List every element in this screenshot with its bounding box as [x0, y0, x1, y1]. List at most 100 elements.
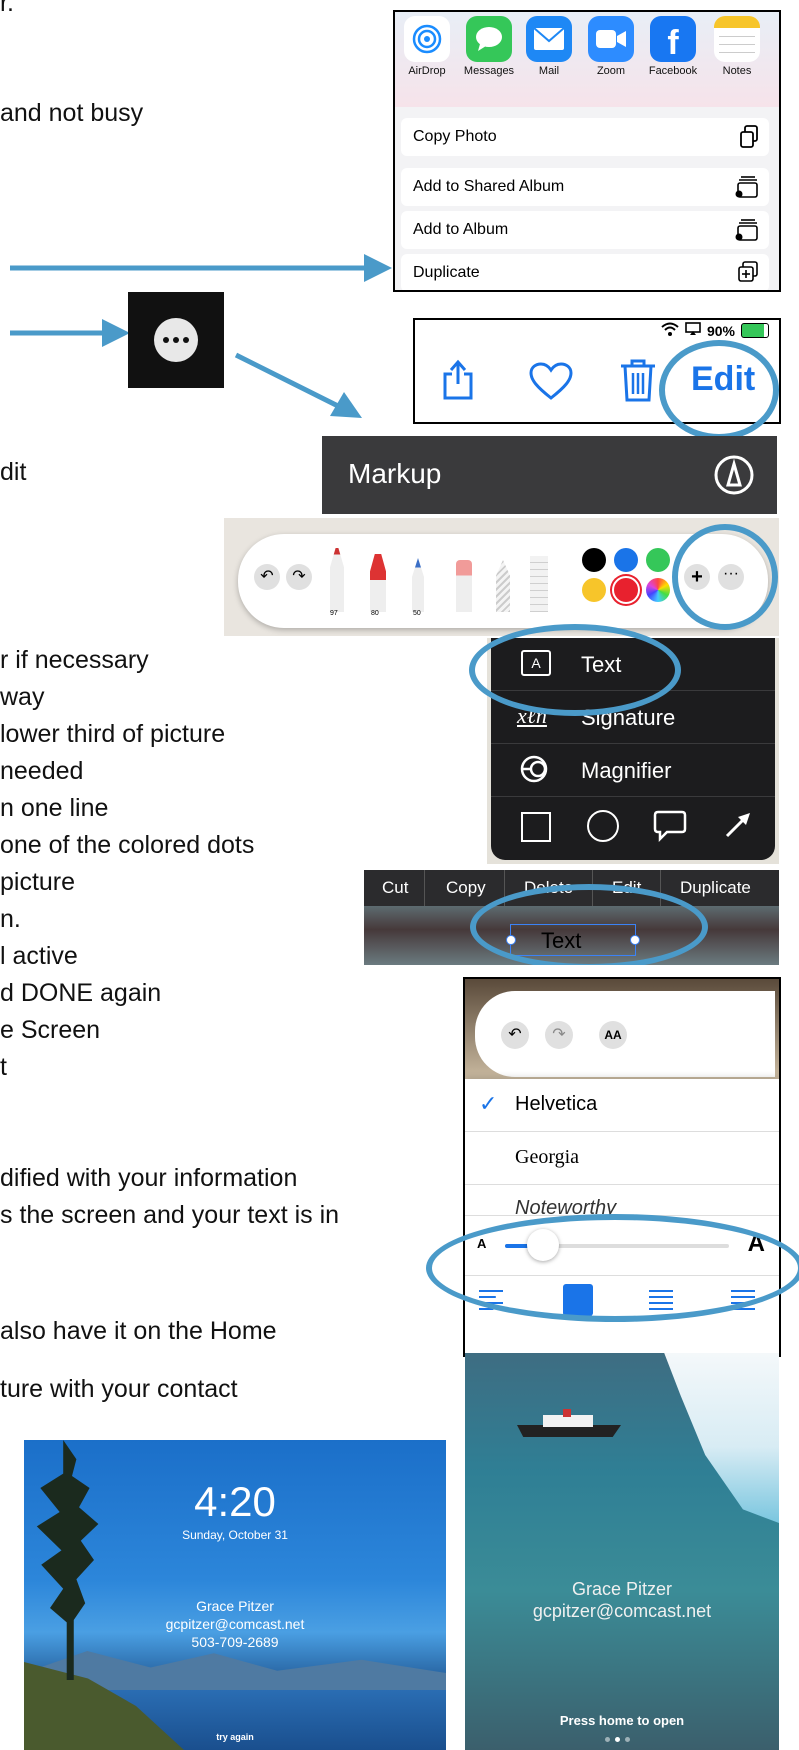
instruction-line: s the screen and your text is in — [0, 1201, 340, 1229]
heart-icon — [529, 362, 573, 400]
duplicate-item[interactable]: Duplicate — [680, 878, 751, 898]
instruction-line: r if necessary — [0, 646, 149, 674]
share-icon — [443, 359, 473, 400]
ellipsis-icon — [154, 318, 198, 362]
lock-footer: try again — [216, 1732, 254, 1742]
undo-button[interactable]: ↶ — [254, 564, 280, 590]
instruction-line: r. — [0, 0, 14, 17]
messages-icon — [466, 16, 512, 62]
instruction-line: needed — [0, 757, 84, 785]
speech-bubble-icon[interactable] — [653, 808, 687, 847]
ruler-tool[interactable] — [530, 556, 548, 612]
share-button[interactable] — [441, 356, 475, 405]
checkmark-icon: ✓ — [479, 1091, 498, 1116]
highlight-circle — [426, 1214, 799, 1322]
color-blue[interactable] — [614, 548, 638, 572]
color-yellow[interactable] — [582, 578, 606, 602]
share-app-facebook[interactable]: f Facebook — [643, 16, 703, 77]
color-green[interactable] — [646, 548, 670, 572]
redo-button[interactable]: ↷ — [286, 564, 312, 590]
instruction-line: n. — [0, 905, 21, 933]
instruction-line: l active — [0, 942, 78, 970]
share-app-notes[interactable]: Notes — [707, 16, 767, 77]
more-button[interactable] — [128, 292, 224, 388]
duplicate-action[interactable]: Duplicate — [401, 254, 769, 290]
eraser-tool[interactable] — [456, 560, 472, 612]
favorite-button[interactable] — [529, 362, 573, 405]
trash-icon — [621, 359, 655, 402]
font-option-helvetica[interactable]: ✓ Helvetica — [465, 1079, 779, 1132]
status-bar: 90% — [661, 322, 769, 339]
color-red-selected[interactable] — [612, 576, 640, 604]
instruction-line: also have it on the Home — [0, 1317, 277, 1345]
color-black[interactable] — [582, 548, 606, 572]
pencil-tool-label: 50 — [413, 610, 421, 617]
battery-label: 90% — [706, 322, 735, 339]
delete-button[interactable] — [619, 358, 657, 407]
screen-mirror-icon — [685, 322, 701, 339]
wifi-icon — [661, 322, 679, 339]
lock-email: gcpitzer@comcast.net — [532, 1601, 712, 1621]
lock-name: Grace Pitzer — [571, 1579, 673, 1599]
instruction-line: one of the colored dots — [0, 831, 255, 859]
lock-name: Grace Pitzer — [196, 1598, 274, 1614]
facebook-icon: f — [650, 16, 696, 62]
instruction-line: t — [0, 1053, 7, 1081]
share-app-zoom[interactable]: Zoom — [581, 16, 641, 77]
share-sheet: AirDrop Messages Mail Zoom f Facebook No… — [393, 10, 781, 292]
square-icon[interactable] — [521, 812, 551, 842]
font-option-georgia[interactable]: Georgia — [465, 1132, 779, 1185]
lock-screen-preview: 4:20 Sunday, October 31 Grace Pitzer gcp… — [24, 1440, 446, 1750]
airdrop-icon — [404, 16, 450, 62]
share-app-airdrop[interactable]: AirDrop — [397, 16, 457, 77]
zoom-icon — [588, 16, 634, 62]
cut-item[interactable]: Cut — [382, 878, 408, 898]
share-app-mail[interactable]: Mail — [519, 16, 579, 77]
instruction-line: way — [0, 683, 45, 711]
share-app-messages[interactable]: Messages — [459, 16, 519, 77]
color-picker[interactable] — [646, 578, 670, 602]
instruction-line: ture with your contact — [0, 1375, 238, 1403]
page-dots — [605, 1737, 630, 1742]
highlight-circle — [659, 340, 779, 440]
add-to-album-action[interactable]: Add to Album — [401, 211, 769, 249]
duplicate-icon — [737, 261, 759, 288]
markup-button[interactable] — [713, 454, 755, 501]
instruction-line: dified with your information — [0, 1164, 298, 1192]
battery-icon — [741, 323, 769, 338]
instruction-line: n one line — [0, 794, 109, 822]
share-app-row: AirDrop Messages Mail Zoom f Facebook No… — [395, 12, 779, 107]
instruction-line: and not busy — [0, 99, 144, 127]
shared-album-icon — [735, 175, 759, 204]
highlight-circle — [470, 884, 708, 965]
add-to-shared-album-action[interactable]: Add to Shared Album — [401, 168, 769, 206]
copy-icon — [739, 125, 759, 154]
undo-button[interactable]: ↶ — [501, 1021, 529, 1049]
home-prompt: Press home to open — [559, 1713, 685, 1728]
font-size-button[interactable]: AA — [599, 1021, 627, 1049]
instruction-line: e Screen — [0, 1016, 101, 1044]
iceberg-lock-screen: Grace Pitzer gcpitzer@comcast.net Press … — [465, 1353, 779, 1750]
lock-time: 4:20 — [194, 1478, 276, 1525]
markup-title: Markup — [348, 458, 442, 489]
copy-item[interactable]: Copy — [446, 878, 486, 898]
text-context-menu: Cut Copy Delete Edit Duplicate Text — [364, 870, 779, 965]
notes-icon — [714, 16, 760, 62]
font-option-noteworthy[interactable]: Noteworthy — [465, 1185, 779, 1215]
pen-tool-label: 97 — [330, 610, 338, 617]
lock-email: gcpitzer@comcast.net — [165, 1616, 305, 1632]
lock-phone: 503-709-2689 — [191, 1634, 279, 1650]
marker-tool-label: 80 — [371, 610, 379, 617]
arrow-shape-icon[interactable] — [723, 810, 753, 845]
markup-tools: ↶ ↷ 97 80 50 + ··· — [224, 518, 779, 636]
highlight-circle — [469, 624, 681, 716]
mail-icon — [526, 16, 572, 62]
highlight-circle — [672, 524, 778, 630]
magnifier-icon — [519, 754, 549, 789]
ship — [517, 1409, 621, 1437]
redo-button[interactable]: ↷ — [545, 1021, 573, 1049]
shape-row — [491, 798, 775, 854]
circle-icon[interactable] — [587, 810, 619, 842]
menu-item-magnifier[interactable]: Magnifier — [491, 744, 775, 797]
copy-photo-action[interactable]: Copy Photo — [401, 118, 769, 156]
